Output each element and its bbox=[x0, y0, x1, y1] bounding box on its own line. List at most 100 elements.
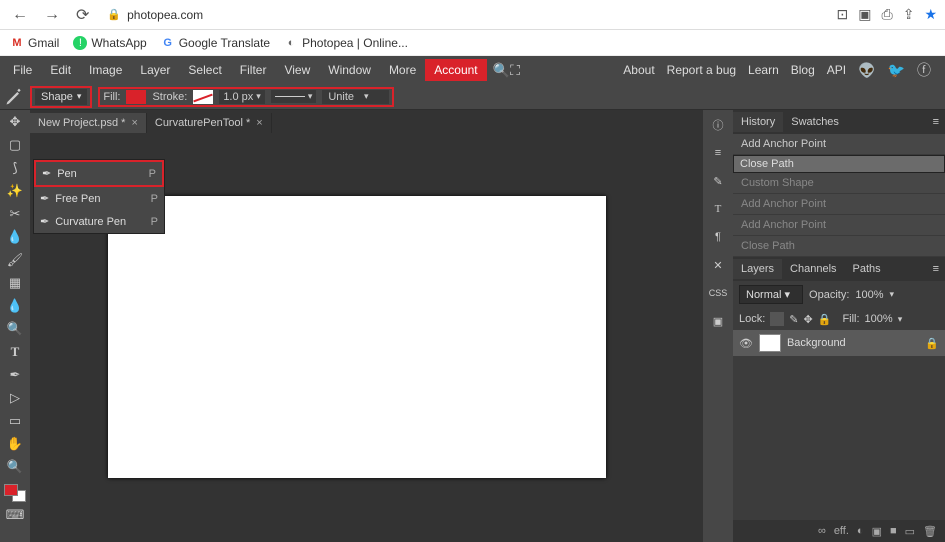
glyph-icon[interactable]: ¶ bbox=[706, 226, 730, 248]
twitter-icon[interactable]: 🐦 bbox=[888, 62, 905, 79]
image-icon[interactable]: ▣ bbox=[706, 310, 730, 332]
move-tool[interactable]: ✥ bbox=[3, 112, 27, 132]
bookmark-photopea[interactable]: ◐Photopea | Online... bbox=[284, 36, 408, 50]
tab-swatches[interactable]: Swatches bbox=[783, 112, 847, 132]
history-entry[interactable]: Close Path bbox=[733, 236, 945, 257]
fullscreen-icon[interactable]: ⛶ bbox=[510, 62, 520, 79]
color-swatches[interactable] bbox=[4, 484, 26, 502]
tab-icon[interactable]: ▣ bbox=[858, 6, 871, 23]
back-button[interactable]: ← bbox=[8, 4, 32, 26]
menu-file[interactable]: File bbox=[4, 59, 41, 81]
history-entry[interactable]: Add Anchor Point bbox=[733, 215, 945, 236]
adjustment-icon[interactable]: ▣ bbox=[872, 525, 882, 538]
layer-row[interactable]: 👁 Background 🔒 bbox=[733, 330, 945, 356]
group-icon[interactable]: ■ bbox=[890, 525, 897, 537]
dodge-tool[interactable]: 🔍 bbox=[3, 319, 27, 339]
panel-menu-icon[interactable]: ≡ bbox=[927, 263, 945, 275]
reload-button[interactable]: ⟳ bbox=[72, 3, 93, 27]
link-blog[interactable]: Blog bbox=[791, 63, 815, 77]
lock-brush-icon[interactable]: ✎ bbox=[789, 313, 798, 326]
hand-tool[interactable]: ✋ bbox=[3, 434, 27, 454]
close-icon[interactable]: × bbox=[256, 117, 262, 129]
share-icon[interactable]: ⇪ bbox=[903, 6, 915, 23]
path-mode[interactable]: Unite▾ bbox=[322, 90, 388, 104]
history-entry[interactable]: Add Anchor Point bbox=[733, 134, 945, 155]
fill-value[interactable]: 100% bbox=[865, 313, 893, 325]
tools-icon[interactable]: ✕ bbox=[706, 254, 730, 276]
text-tool[interactable]: T bbox=[3, 342, 27, 362]
stroke-width[interactable]: 1.0 px▾ bbox=[219, 90, 265, 104]
stroke-style[interactable]: ▾ bbox=[271, 90, 317, 103]
fx-icon[interactable]: eff. bbox=[834, 525, 849, 537]
quickmask-tool[interactable]: ⌨ bbox=[3, 505, 27, 525]
pen-item-pen[interactable]: ✒ Pen P bbox=[34, 160, 164, 187]
paragraph-icon[interactable]: ≡ bbox=[706, 142, 730, 164]
forward-button[interactable]: → bbox=[40, 4, 64, 26]
gradient-tool[interactable]: ▦ bbox=[3, 273, 27, 293]
bookmark-gmail[interactable]: MGmail bbox=[10, 36, 59, 50]
facebook-icon[interactable]: ⓕ bbox=[917, 60, 931, 80]
link-report[interactable]: Report a bug bbox=[667, 63, 736, 77]
layer-thumbnail[interactable] bbox=[759, 334, 781, 352]
lock-move-icon[interactable]: ✥ bbox=[804, 313, 813, 326]
tab-layers[interactable]: Layers bbox=[733, 259, 782, 279]
tab-new-project[interactable]: New Project.psd *× bbox=[30, 113, 147, 133]
tab-paths[interactable]: Paths bbox=[845, 259, 889, 279]
download-icon[interactable]: ⎙ bbox=[882, 6, 893, 23]
layer-name[interactable]: Background bbox=[787, 337, 846, 349]
pen-item-free[interactable]: ✒ Free Pen P bbox=[34, 187, 164, 210]
menu-filter[interactable]: Filter bbox=[231, 59, 276, 81]
link-api[interactable]: API bbox=[827, 63, 846, 77]
fill-swatch[interactable] bbox=[126, 90, 146, 104]
history-entry[interactable]: Close Path bbox=[733, 155, 945, 173]
blend-mode-select[interactable]: Normal ▾ bbox=[739, 285, 803, 304]
shape-tool[interactable]: ▭ bbox=[3, 411, 27, 431]
menu-account[interactable]: Account bbox=[425, 59, 486, 81]
pen-item-curvature[interactable]: ✒ Curvature Pen P bbox=[34, 210, 164, 233]
close-icon[interactable]: × bbox=[131, 117, 137, 129]
blur-tool[interactable]: 💧 bbox=[3, 296, 27, 316]
new-layer-icon[interactable]: ▭ bbox=[905, 525, 915, 538]
address-bar[interactable]: 🔒 photopea.com bbox=[107, 8, 203, 22]
history-entry[interactable]: Custom Shape bbox=[733, 173, 945, 194]
brush-panel-icon[interactable]: ✎ bbox=[706, 170, 730, 192]
menu-image[interactable]: Image bbox=[80, 59, 131, 81]
lock-transparent-icon[interactable] bbox=[770, 312, 784, 326]
install-icon[interactable]: ⊡ bbox=[837, 6, 849, 23]
visibility-icon[interactable]: 👁 bbox=[739, 337, 753, 350]
character-icon[interactable]: T bbox=[706, 198, 730, 220]
zoom-tool[interactable]: 🔍 bbox=[3, 457, 27, 477]
info-icon[interactable]: ⓘ bbox=[706, 114, 730, 136]
tab-curvature[interactable]: CurvaturePenTool *× bbox=[147, 113, 272, 133]
path-select-tool[interactable]: ▷ bbox=[3, 388, 27, 408]
opacity-value[interactable]: 100% bbox=[855, 289, 883, 301]
mask-icon[interactable]: ◐ bbox=[857, 525, 864, 537]
css-icon[interactable]: CSS bbox=[706, 282, 730, 304]
lock-all-icon[interactable]: 🔒 bbox=[818, 313, 832, 326]
shape-mode-select[interactable]: Shape▾ bbox=[35, 89, 87, 105]
menu-more[interactable]: More bbox=[380, 59, 425, 81]
history-entry[interactable]: Add Anchor Point bbox=[733, 194, 945, 215]
wand-tool[interactable]: ✨ bbox=[3, 181, 27, 201]
menu-window[interactable]: Window bbox=[319, 59, 380, 81]
menu-select[interactable]: Select bbox=[179, 59, 230, 81]
link-learn[interactable]: Learn bbox=[748, 63, 779, 77]
panel-menu-icon[interactable]: ≡ bbox=[927, 116, 945, 128]
search-icon[interactable]: 🔍 bbox=[493, 62, 510, 79]
bookmark-translate[interactable]: GGoogle Translate bbox=[161, 36, 270, 50]
menu-view[interactable]: View bbox=[275, 59, 319, 81]
canvas[interactable] bbox=[108, 196, 606, 478]
eyedropper-tool[interactable]: 💧 bbox=[3, 227, 27, 247]
menu-edit[interactable]: Edit bbox=[41, 59, 80, 81]
tab-channels[interactable]: Channels bbox=[782, 259, 844, 279]
crop-tool[interactable]: ✂ bbox=[3, 204, 27, 224]
link-icon[interactable]: ∞ bbox=[818, 525, 826, 537]
link-about[interactable]: About bbox=[623, 63, 654, 77]
menu-layer[interactable]: Layer bbox=[131, 59, 179, 81]
star-icon[interactable]: ★ bbox=[924, 6, 937, 23]
trash-icon[interactable]: 🗑 bbox=[923, 525, 937, 538]
reddit-icon[interactable]: 👽 bbox=[858, 62, 875, 79]
pen-tool[interactable]: ✒ bbox=[3, 365, 27, 385]
brush-tool[interactable]: 🖌 bbox=[3, 250, 27, 270]
tab-history[interactable]: History bbox=[733, 112, 783, 132]
